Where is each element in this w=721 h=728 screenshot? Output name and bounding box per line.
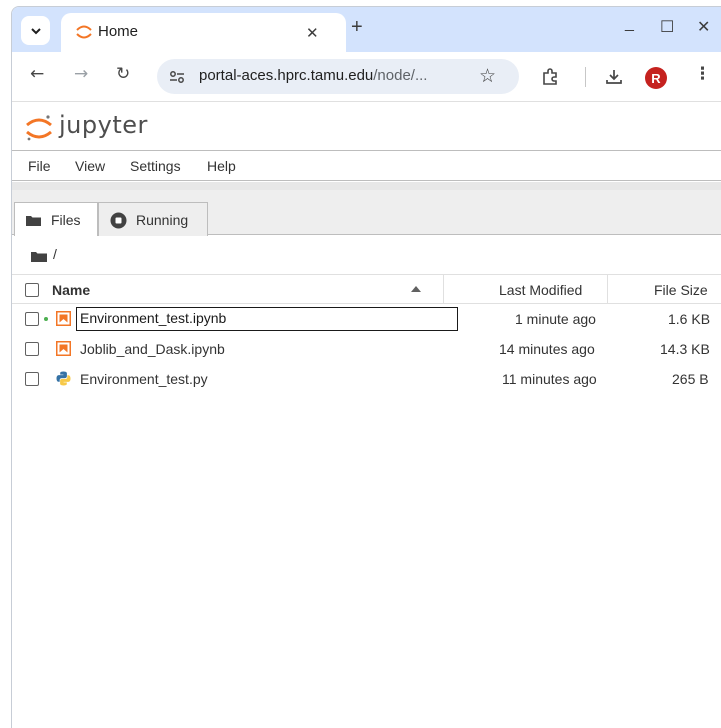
file-size: 265 B	[672, 371, 709, 387]
tab-files-label: Files	[51, 212, 81, 228]
tab-running-label: Running	[136, 212, 189, 228]
jupyter-favicon-icon	[76, 25, 92, 39]
rename-input[interactable]: Environment_test.ipynb	[76, 307, 458, 331]
notebook-icon	[56, 341, 71, 356]
close-window-button[interactable]: ✕	[697, 17, 710, 37]
stop-circle-icon	[110, 212, 127, 229]
file-modified: 11 minutes ago	[502, 371, 597, 387]
row-checkbox[interactable]	[25, 342, 39, 356]
column-divider[interactable]	[443, 275, 444, 304]
file-row[interactable]: Joblib_and_Dask.ipynb 14 minutes ago 14.…	[12, 334, 721, 364]
tab-title: Home	[98, 23, 139, 40]
notebook-icon	[56, 311, 71, 326]
file-size: 14.3 KB	[660, 341, 710, 357]
toolbar-separator	[585, 67, 586, 87]
column-name[interactable]: Name	[52, 282, 90, 298]
column-file-size[interactable]: File Size	[654, 282, 708, 298]
rename-input-value: Environment_test.ipynb	[80, 310, 227, 326]
browser-window: Home ✕ + _ ☐ ✕ ← → ↻ portal-aces.hprc.ta…	[11, 6, 721, 728]
menu-help[interactable]: Help	[207, 158, 236, 174]
tab-close-icon[interactable]: ✕	[306, 24, 319, 42]
file-name[interactable]: Joblib_and_Dask.ipynb	[80, 341, 225, 357]
maximize-button[interactable]: ☐	[660, 17, 674, 37]
address-bar[interactable]: portal-aces.hprc.tamu.edu/node/... ☆	[157, 59, 519, 94]
file-name[interactable]: Environment_test.py	[80, 371, 208, 387]
file-row[interactable]: Environment_test.py 11 minutes ago 265 B	[12, 364, 721, 394]
jupyter-brand[interactable]: jupyter	[59, 111, 148, 139]
tab-search-button[interactable]	[21, 16, 50, 45]
row-checkbox[interactable]	[25, 312, 39, 326]
python-icon	[56, 371, 71, 386]
tab-strip: Home ✕ + _ ☐ ✕	[12, 7, 721, 52]
jupyter-logo-icon[interactable]	[24, 113, 54, 143]
forward-arrow-icon[interactable]: →	[74, 64, 88, 84]
tab-running[interactable]: Running	[98, 202, 208, 236]
sort-ascending-icon[interactable]	[411, 286, 421, 292]
menu-file[interactable]: File	[28, 158, 51, 174]
reload-icon[interactable]: ↻	[116, 64, 130, 84]
file-list-header: Name Last Modified File Size	[12, 274, 721, 304]
download-icon[interactable]	[604, 67, 624, 87]
tab-files[interactable]: Files	[14, 202, 98, 236]
new-tab-button[interactable]: +	[351, 16, 363, 39]
site-info-icon[interactable]	[167, 67, 187, 87]
row-checkbox[interactable]	[25, 372, 39, 386]
file-modified: 1 minute ago	[515, 311, 596, 327]
bookmark-star-icon[interactable]: ☆	[479, 65, 496, 87]
back-arrow-icon[interactable]: ←	[30, 64, 44, 84]
column-last-modified[interactable]: Last Modified	[499, 282, 582, 298]
extensions-puzzle-icon[interactable]	[540, 67, 560, 87]
file-browser-tabs: Files Running	[12, 190, 721, 236]
url-text: portal-aces.hprc.tamu.edu/node/...	[199, 67, 427, 84]
running-indicator	[44, 317, 48, 321]
toolbar-gutter	[12, 182, 721, 190]
home-folder-icon[interactable]	[31, 251, 47, 262]
menu-settings[interactable]: Settings	[130, 158, 181, 174]
file-row[interactable]: Environment_test.ipynb 1 minute ago 1.6 …	[12, 304, 721, 334]
browser-toolbar: ← → ↻ portal-aces.hprc.tamu.edu/node/...…	[12, 52, 721, 101]
select-all-checkbox[interactable]	[25, 283, 39, 297]
file-size: 1.6 KB	[668, 311, 711, 327]
chevron-down-icon	[30, 27, 41, 34]
more-menu-icon[interactable]: ⋮	[694, 64, 711, 84]
url-path: /node/...	[373, 67, 428, 84]
minimize-button[interactable]: _	[625, 15, 634, 33]
breadcrumb-root[interactable]: /	[53, 246, 57, 262]
menu-bar: File View Settings Help	[12, 150, 721, 181]
column-divider[interactable]	[607, 275, 608, 304]
menu-view[interactable]: View	[75, 158, 105, 174]
file-modified: 14 minutes ago	[499, 341, 595, 357]
jupyter-header: jupyter	[12, 101, 721, 150]
url-host: portal-aces.hprc.tamu.edu	[199, 67, 374, 84]
breadcrumb: /	[12, 236, 721, 274]
tab-home[interactable]: Home ✕	[61, 13, 346, 52]
profile-avatar[interactable]: R	[645, 67, 667, 89]
folder-icon	[26, 216, 41, 226]
